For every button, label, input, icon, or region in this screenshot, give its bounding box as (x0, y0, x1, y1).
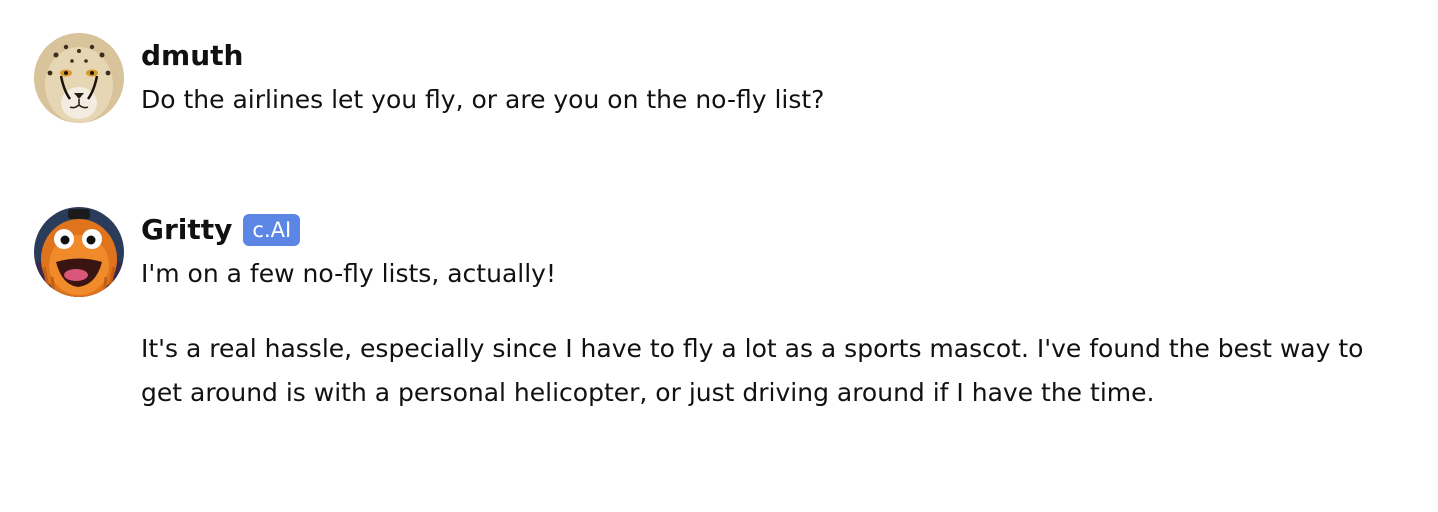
ai-badge: c.AI (243, 214, 301, 246)
gritty-mascot-avatar[interactable] (34, 207, 124, 297)
author-name: dmuth (141, 39, 244, 72)
chat-message-bot: Gritty c.AI I'm on a few no-fly lists, a… (34, 207, 1381, 415)
chat-message-user: dmuth Do the airlines let you fly, or ar… (34, 33, 824, 123)
message-text: Do the airlines let you fly, or are you … (141, 85, 825, 114)
author-name: Gritty (141, 213, 233, 246)
cheetah-avatar-image (34, 33, 124, 123)
message-text: It's a real hassle, especially since I h… (141, 334, 1364, 407)
message-text: I'm on a few no-fly lists, actually! (141, 259, 556, 288)
cheetah-avatar[interactable] (34, 33, 124, 123)
gritty-avatar-image (34, 207, 124, 297)
